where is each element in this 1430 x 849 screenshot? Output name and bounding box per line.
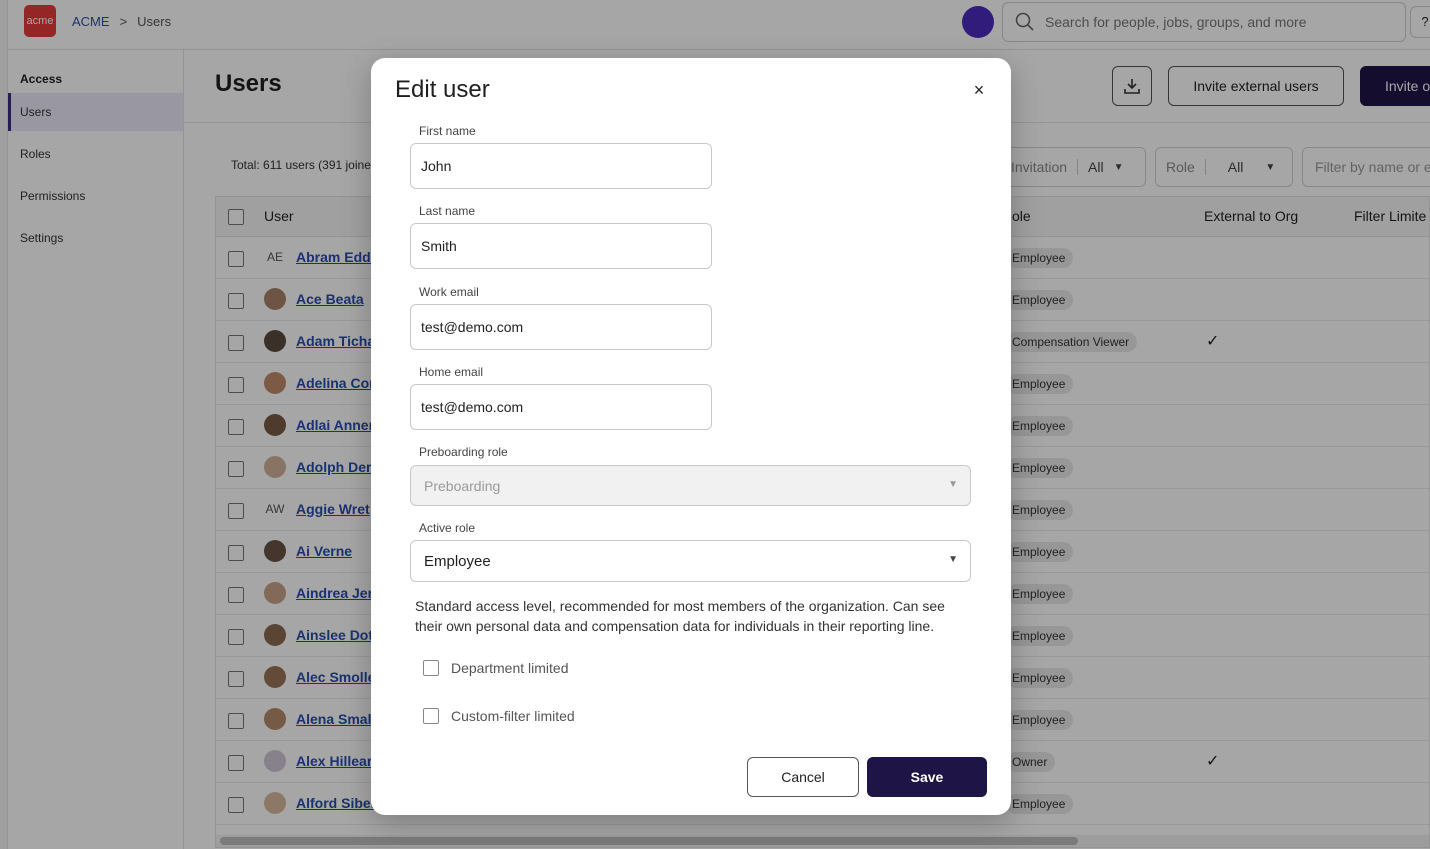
preboarding-role-select: Preboarding ▼ <box>410 465 971 506</box>
active-role-select[interactable]: Employee ▼ <box>410 540 971 582</box>
chevron-down-icon: ▼ <box>948 479 958 490</box>
edit-user-dialog: Edit user × First name Last name Work em… <box>371 58 1011 815</box>
save-button[interactable]: Save <box>867 757 987 797</box>
custom-filter-limited-option[interactable]: Custom-filter limited <box>423 708 575 724</box>
department-limited-option[interactable]: Department limited <box>423 660 569 676</box>
active-role-value: Employee <box>424 552 491 570</box>
preboarding-role-label: Preboarding role <box>419 445 508 459</box>
custom-filter-limited-label: Custom-filter limited <box>451 708 575 724</box>
dialog-title: Edit user <box>395 76 490 103</box>
close-icon[interactable]: × <box>967 78 991 102</box>
first-name-label: First name <box>419 124 476 138</box>
cancel-button[interactable]: Cancel <box>747 757 859 797</box>
department-limited-checkbox[interactable] <box>423 660 439 676</box>
chevron-down-icon: ▼ <box>948 554 958 565</box>
custom-filter-limited-checkbox[interactable] <box>423 708 439 724</box>
last-name-label: Last name <box>419 204 476 218</box>
work-email-field[interactable] <box>410 304 712 350</box>
work-email-label: Work email <box>419 285 479 299</box>
department-limited-label: Department limited <box>451 660 569 676</box>
home-email-label: Home email <box>419 365 484 379</box>
first-name-field[interactable] <box>410 143 712 189</box>
last-name-field[interactable] <box>410 223 712 269</box>
active-role-label: Active role <box>419 521 476 535</box>
home-email-field[interactable] <box>410 384 712 430</box>
preboarding-role-value: Preboarding <box>424 477 501 494</box>
role-description: Standard access level, recommended for m… <box>415 598 945 634</box>
